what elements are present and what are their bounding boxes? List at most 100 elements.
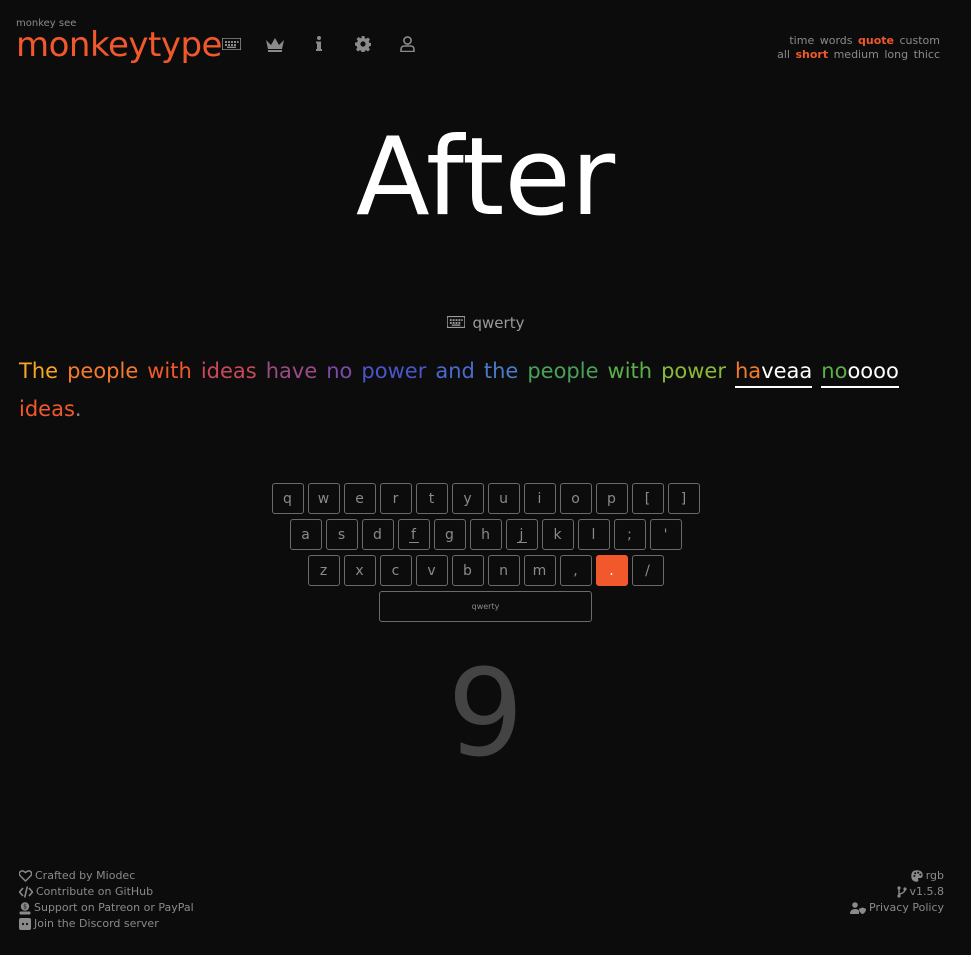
version-label: v1.5.8	[909, 885, 945, 898]
footer-privacy[interactable]: Privacy Policy	[850, 900, 944, 916]
word: ideas	[200, 359, 257, 383]
key-3: v	[415, 555, 448, 586]
palette-icon	[911, 870, 923, 882]
word: with	[607, 359, 653, 383]
user-icon[interactable]	[396, 33, 418, 55]
word: no	[326, 359, 353, 383]
key-2: d	[361, 519, 394, 550]
key-5: y	[451, 483, 484, 514]
keyboard-row-3: z x c v b n m,. /	[0, 555, 971, 586]
footer-label: Contribute on GitHub	[36, 885, 154, 898]
code-icon	[19, 886, 33, 898]
key-0: z	[307, 555, 340, 586]
key-8: o	[559, 483, 592, 514]
length-medium[interactable]: medium	[834, 48, 879, 61]
footer-link-discord[interactable]: Join the Discord server	[19, 916, 194, 932]
mode-custom[interactable]: custom	[899, 34, 940, 47]
word: The	[19, 359, 59, 383]
key-6: u	[487, 483, 520, 514]
footer-left: Crafted by Miodec Contribute on GitHub $…	[19, 868, 194, 932]
key-1: w	[307, 483, 340, 514]
typed-extra: oooo	[847, 359, 899, 383]
length-all[interactable]: all	[777, 48, 790, 61]
key-1: x	[343, 555, 376, 586]
svg-text:$: $	[23, 903, 27, 910]
key-5: h	[469, 519, 502, 550]
typed-word-no: nooooo	[821, 356, 899, 388]
footer-link-crafted[interactable]: Crafted by Miodec	[19, 868, 194, 884]
info-icon[interactable]	[308, 33, 330, 55]
header: monkey see monkeytype	[16, 18, 222, 62]
typed-correct: no	[821, 359, 848, 383]
length-short[interactable]: short	[795, 48, 828, 61]
key-9: /	[631, 555, 664, 586]
footer-version[interactable]: v1.5.8	[850, 884, 944, 900]
footer-link-github[interactable]: Contribute on GitHub	[19, 884, 194, 900]
gear-icon[interactable]	[352, 33, 374, 55]
footer-right: rgb v1.5.8 Privacy Policy	[850, 868, 944, 916]
length-thicc[interactable]: thicc	[914, 48, 940, 61]
key-4: g	[433, 519, 466, 550]
typed-extra: veaa	[761, 359, 813, 383]
words-area[interactable]: The people with ideas have no power and the peopl…	[19, 352, 949, 428]
word: with	[147, 359, 192, 383]
keyboard-icon[interactable]	[220, 33, 242, 55]
key-0: q	[271, 483, 304, 514]
word: power	[661, 359, 726, 383]
footer-label: Crafted by Miodec	[35, 869, 136, 882]
mode-words[interactable]: words	[820, 34, 853, 47]
mode-time[interactable]: time	[789, 34, 814, 47]
key-8: l	[577, 519, 610, 550]
word: and	[435, 359, 475, 383]
keyboard-icon	[445, 314, 466, 332]
key-9: p	[595, 483, 628, 514]
theme-label: rgb	[925, 869, 944, 882]
keyboard-row-1: q w e r t y u i o p[]	[0, 483, 971, 514]
discord-icon	[19, 918, 31, 930]
keyboard-row-2: a s d f g h j k l; '	[0, 519, 971, 550]
footer-link-support[interactable]: $ Support on Patreon or PayPal	[19, 900, 194, 916]
word: people	[67, 359, 139, 383]
top-nav	[220, 33, 418, 55]
key-4: t	[415, 483, 448, 514]
privacy-label: Privacy Policy	[869, 901, 944, 914]
word: power	[361, 359, 427, 383]
logo[interactable]: monkeytype	[16, 28, 222, 62]
length-long[interactable]: long	[884, 48, 908, 61]
key-9: ;	[613, 519, 646, 550]
key-3: r	[379, 483, 412, 514]
key-7: ,	[559, 555, 592, 586]
key-6: j	[505, 519, 538, 550]
typed-word-have: haveaa	[735, 356, 813, 388]
key-1: s	[325, 519, 358, 550]
key-10: [	[631, 483, 664, 514]
mode-quote[interactable]: quote	[858, 34, 894, 47]
layout-indicator[interactable]: qwerty	[0, 314, 971, 332]
word-counter: 9	[447, 645, 524, 784]
key-2: c	[379, 555, 412, 586]
on-screen-keyboard: q w e r t y u i o p[] a s d f g h j k l; ' z x c v b n m,. / qwer…	[0, 483, 971, 627]
mode-row: time words quote custom	[775, 34, 940, 48]
key-7: i	[523, 483, 556, 514]
key-4: b	[451, 555, 484, 586]
key-8: .	[595, 555, 628, 586]
key-2: e	[343, 483, 376, 514]
donate-icon: $	[19, 901, 31, 914]
crown-icon[interactable]	[264, 33, 286, 55]
word: ideas	[19, 397, 75, 421]
key-11: ]	[667, 483, 700, 514]
length-row: all short medium long thicc	[775, 48, 940, 62]
key-3: f	[397, 519, 430, 550]
footer-theme[interactable]: rgb	[850, 868, 944, 884]
footer-label: Join the Discord server	[34, 917, 159, 930]
word: the	[483, 359, 519, 383]
word: people	[527, 359, 599, 383]
word: have	[265, 359, 318, 383]
key-0: a	[289, 519, 322, 550]
key-7: k	[541, 519, 574, 550]
footer-label: Support on Patreon or PayPal	[34, 901, 194, 914]
user-shield-icon	[850, 902, 867, 914]
key-5: n	[487, 555, 520, 586]
key-6: m	[523, 555, 556, 586]
layout-label: qwerty	[472, 314, 525, 332]
